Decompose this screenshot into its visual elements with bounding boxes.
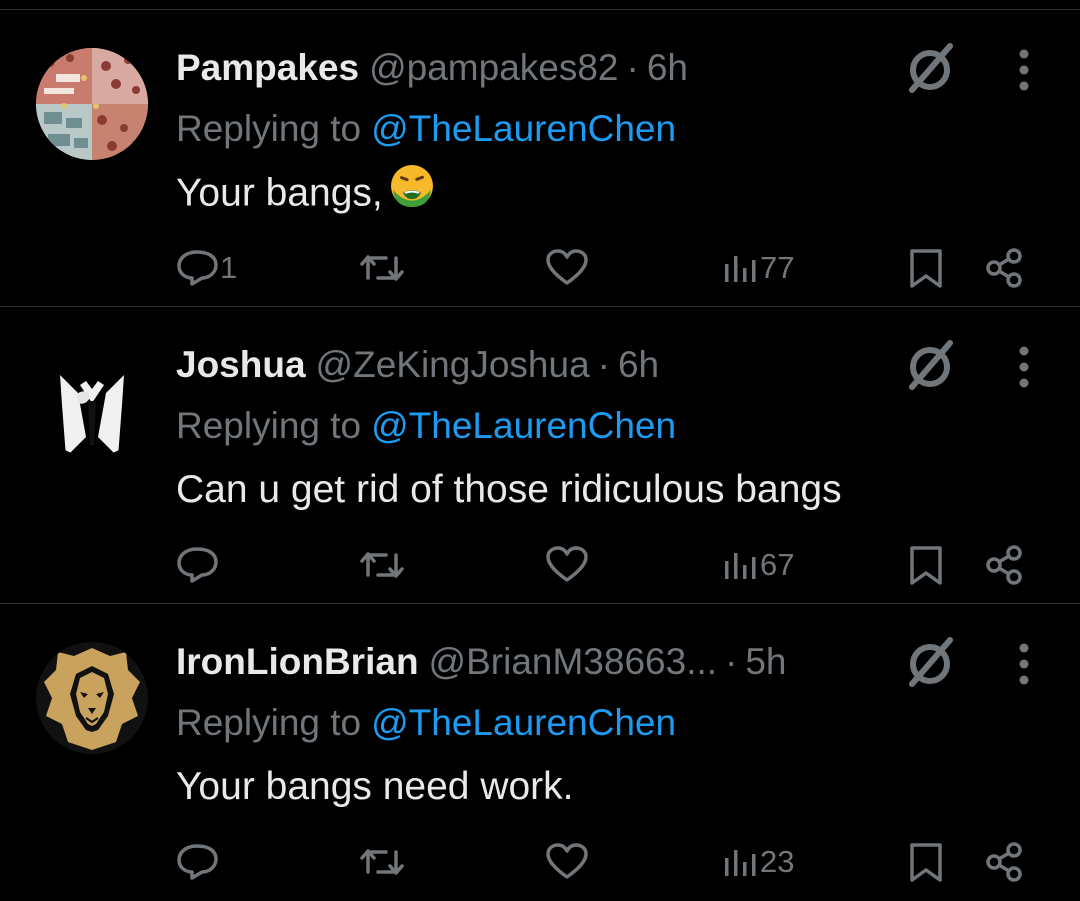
lion-avatar-icon — [36, 642, 148, 754]
replying-to-handle[interactable]: @TheLaurenChen — [371, 702, 676, 743]
replying-to-label: Replying to — [176, 405, 362, 446]
retweet-button[interactable] — [358, 535, 406, 595]
view-count: 77 — [760, 250, 795, 285]
action-bar: 67 — [0, 535, 1080, 595]
like-button[interactable] — [545, 832, 589, 892]
display-name[interactable]: IronLionBrian — [176, 641, 419, 682]
user-handle[interactable]: @ZeKingJoshua — [316, 344, 590, 385]
user-handle[interactable]: @BrianM38663... — [429, 641, 717, 682]
replying-to-line: Replying to @TheLaurenChen — [176, 695, 676, 751]
replying-to-handle[interactable]: @TheLaurenChen — [371, 405, 676, 446]
share-icon — [986, 842, 1022, 882]
view-count: 23 — [760, 844, 795, 879]
more-icon[interactable] — [1006, 640, 1042, 688]
avatar[interactable] — [36, 642, 148, 754]
share-button[interactable] — [984, 535, 1026, 595]
retweet-icon — [360, 849, 404, 875]
share-button[interactable] — [984, 832, 1026, 892]
more-icon[interactable] — [1006, 343, 1042, 391]
tweet-text-content: Your bangs, — [176, 171, 383, 215]
avatar[interactable] — [36, 48, 148, 160]
reply-button[interactable] — [176, 535, 230, 595]
views-button[interactable]: 67 — [722, 535, 794, 595]
tweet-header: IronLionBrian @BrianM38663... · 5h — [176, 634, 886, 690]
grok-icon[interactable] — [902, 40, 958, 96]
view-count: 67 — [760, 547, 795, 582]
separator-dot: · — [597, 344, 610, 385]
replying-to-label: Replying to — [176, 702, 362, 743]
views-icon — [725, 256, 756, 282]
share-icon — [986, 545, 1022, 585]
more-icon[interactable] — [1006, 46, 1042, 94]
collage-avatar-icon — [36, 48, 148, 160]
reply-button[interactable]: 1 — [176, 238, 237, 298]
heart-icon — [546, 249, 588, 285]
action-bar: 23 — [0, 832, 1080, 892]
grok-icon[interactable] — [902, 634, 958, 690]
suit-avatar-icon — [36, 345, 148, 457]
reply-icon — [177, 547, 218, 583]
views-button[interactable]: 23 — [722, 832, 794, 892]
reply-count: 1 — [220, 250, 238, 285]
replying-to-line: Replying to @TheLaurenChen — [176, 101, 676, 157]
retweet-button[interactable] — [358, 238, 406, 298]
timestamp[interactable]: 6h — [618, 344, 659, 385]
grok-icon[interactable] — [902, 337, 958, 393]
bookmark-button[interactable] — [906, 238, 946, 298]
heart-icon — [546, 546, 588, 582]
replying-to-label: Replying to — [176, 108, 362, 149]
share-icon — [986, 248, 1022, 288]
share-button[interactable] — [984, 238, 1026, 298]
display-name[interactable]: Pampakes — [176, 47, 359, 88]
separator-dot: · — [725, 641, 738, 682]
tweet-text: Can u get rid of those ridiculous bangs — [176, 460, 842, 520]
retweet-icon — [360, 552, 404, 578]
tweet-text: Your bangs, — [176, 163, 435, 223]
tweet-text-content: Can u get rid of those ridiculous bangs — [176, 468, 842, 511]
display-name[interactable]: Joshua — [176, 344, 306, 385]
avatar[interactable] — [36, 345, 148, 457]
retweet-icon — [360, 255, 404, 281]
like-button[interactable] — [545, 238, 589, 298]
replying-to-line: Replying to @TheLaurenChen — [176, 398, 676, 454]
bookmark-icon — [910, 249, 942, 288]
views-icon — [725, 553, 756, 579]
timestamp[interactable]: 5h — [745, 641, 786, 682]
tweet-text: Your bangs need work. — [176, 757, 574, 817]
like-button[interactable] — [545, 535, 589, 595]
reply-icon — [177, 844, 218, 880]
reply-tweet[interactable]: Joshua @ZeKingJoshua · 6h Replying to @TheLa… — [0, 307, 1080, 604]
bookmark-icon — [910, 546, 942, 585]
tweet-header: Pampakes @pampakes82 · 6h — [176, 40, 886, 96]
reply-tweet[interactable]: Pampakes @pampakes82 · 6h Replying to @TheLa… — [0, 10, 1080, 307]
bookmark-button[interactable] — [906, 832, 946, 892]
user-handle[interactable]: @pampakes82 — [369, 47, 618, 88]
bookmark-button[interactable] — [906, 535, 946, 595]
heart-icon — [546, 843, 588, 879]
reply-button[interactable] — [176, 832, 230, 892]
views-button[interactable]: 77 — [722, 238, 794, 298]
views-icon — [725, 850, 756, 876]
reply-tweet[interactable]: IronLionBrian @BrianM38663... · 5h Replying… — [0, 604, 1080, 901]
bookmark-icon — [910, 843, 942, 882]
nauseated-face-emoji-icon — [389, 163, 435, 227]
action-bar: 1 77 — [0, 238, 1080, 298]
separator-dot: · — [626, 47, 639, 88]
replying-to-handle[interactable]: @TheLaurenChen — [371, 108, 676, 149]
tweet-header: Joshua @ZeKingJoshua · 6h — [176, 337, 886, 393]
retweet-button[interactable] — [358, 832, 406, 892]
timestamp[interactable]: 6h — [647, 47, 688, 88]
tweet-text-content: Your bangs need work. — [176, 765, 574, 808]
